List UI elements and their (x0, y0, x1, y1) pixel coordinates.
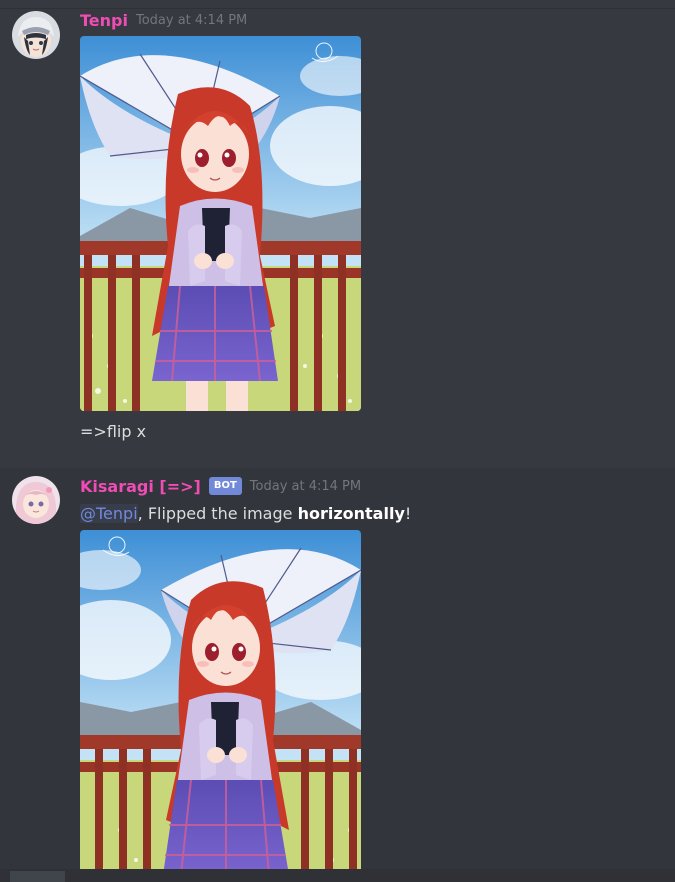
message-text: =>flip x (80, 422, 147, 441)
timestamp[interactable]: Today at 4:14 PM (250, 479, 361, 494)
user-mention[interactable]: @Tenpi (80, 504, 138, 523)
message-tenpi: Tenpi Today at 4:14 PM =>flip x (0, 0, 675, 468)
message-kisaragi: Kisaragi [=>] BOT Today at 4:14 PM @Tenp… (0, 468, 675, 882)
image-attachment-flipped[interactable] (80, 530, 361, 869)
avatar-tenpi-image (12, 11, 60, 59)
avatar[interactable] (12, 11, 60, 59)
message-text-part: , Flipped the image (137, 504, 298, 523)
chat-view: Tenpi Today at 4:14 PM =>flip x Kisaragi… (0, 0, 675, 882)
avatar[interactable] (12, 476, 60, 524)
anime-girl-umbrella-flipped-image (80, 530, 361, 869)
message-text-part: ! (404, 504, 412, 523)
message-text-bold: horizontally (297, 504, 405, 523)
avatar-kisaragi-image (12, 476, 60, 524)
message-text: @Tenpi, Flipped the image horizontally! (80, 504, 411, 523)
image-attachment[interactable] (80, 36, 361, 411)
message-header: Tenpi Today at 4:14 PM (80, 10, 247, 30)
scrollbar-thumb[interactable] (10, 871, 65, 882)
anime-girl-umbrella-image (80, 36, 361, 411)
username[interactable]: Tenpi (80, 11, 128, 30)
horizontal-scrollbar[interactable] (0, 869, 675, 882)
username[interactable]: Kisaragi [=>] (80, 477, 201, 496)
message-header: Kisaragi [=>] BOT Today at 4:14 PM (80, 476, 361, 496)
timestamp[interactable]: Today at 4:14 PM (136, 13, 247, 28)
bot-badge: BOT (208, 477, 242, 495)
